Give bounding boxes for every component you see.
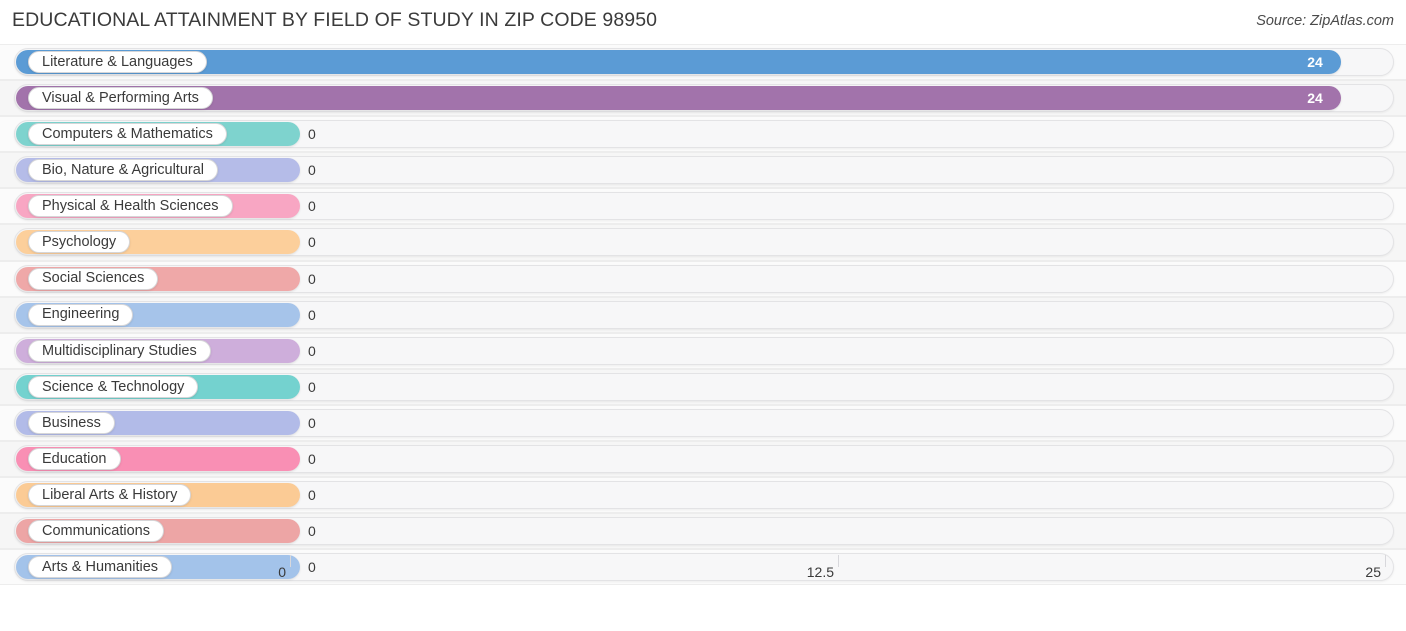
axis-tick-label: 0	[278, 564, 286, 580]
bar-value-label: 0	[308, 198, 316, 215]
category-label-pill: Business	[28, 411, 115, 434]
category-label-pill: Engineering	[28, 303, 134, 326]
bar-row[interactable]: Social Sciences 0	[0, 260, 1406, 297]
category-label-pill: Communications	[28, 520, 164, 543]
category-label-pill: Literature & Languages	[28, 51, 207, 73]
category-label: Liberal Arts & History	[42, 486, 178, 503]
chart-header: EDUCATIONAL ATTAINMENT BY FIELD OF STUDY…	[0, 0, 1406, 44]
category-label: Bio, Nature & Agricultural	[42, 162, 204, 179]
bar-row[interactable]: Physical & Health Sciences 0	[0, 188, 1406, 225]
category-label: Computers & Mathematics	[42, 125, 213, 142]
bar-value-label: 0	[308, 378, 316, 395]
category-label: Visual & Performing Arts	[42, 89, 199, 106]
category-label: Psychology	[42, 234, 117, 251]
bar-rows: Literature & Languages 24 Visual & Perform…	[0, 44, 1406, 586]
page-title: EDUCATIONAL ATTAINMENT BY FIELD OF STUDY…	[12, 9, 658, 31]
category-label: Multidisciplinary Studies	[42, 342, 197, 359]
axis-tick	[290, 555, 291, 567]
category-label-pill: Social Sciences	[28, 267, 159, 290]
source-attribution: Source: ZipAtlas.com	[1256, 13, 1394, 29]
bar-value-label: 0	[308, 414, 316, 431]
bar-value-label: 24	[1307, 90, 1323, 107]
category-label: Physical & Health Sciences	[42, 198, 219, 215]
bar-row[interactable]: Computers & Mathematics 0	[0, 116, 1406, 153]
bar-row[interactable]: Business 0	[0, 404, 1406, 442]
bar-value-label: 0	[308, 270, 316, 287]
bar-fill	[16, 50, 1342, 74]
category-label: Social Sciences	[42, 270, 145, 287]
bar-value-label: 0	[308, 342, 316, 359]
bar-value-label: 0	[308, 306, 316, 323]
bar-value-label: 0	[308, 523, 316, 540]
axis-tick	[1385, 555, 1386, 567]
bar-row[interactable]: Bio, Nature & Agricultural 0	[0, 152, 1406, 189]
category-label-pill: Liberal Arts & History	[28, 484, 192, 507]
category-label: Business	[42, 414, 101, 431]
category-label-pill: Multidisciplinary Studies	[28, 339, 211, 362]
category-label: Science & Technology	[42, 378, 185, 395]
category-label-pill: Science & Technology	[28, 375, 199, 398]
category-label-pill: Education	[28, 448, 121, 471]
bar-row[interactable]: Liberal Arts & History 0	[0, 477, 1406, 514]
bar-row[interactable]: Visual & Performing Arts 24	[0, 80, 1406, 117]
category-label-pill: Bio, Nature & Agricultural	[28, 159, 218, 182]
x-axis: 0 12.5 25	[0, 555, 1406, 589]
bar-row[interactable]: Engineering 0	[0, 296, 1406, 333]
bar-fill	[16, 86, 1342, 111]
category-label-pill: Computers & Mathematics	[28, 123, 227, 146]
category-label-pill: Psychology	[28, 231, 131, 254]
bar-value-label: 0	[308, 126, 316, 143]
axis-tick-label: 12.5	[806, 564, 834, 580]
category-label: Education	[42, 450, 107, 467]
bar-value-label: 24	[1307, 54, 1323, 70]
bar-value-label: 0	[308, 162, 316, 179]
bar-value-label: 0	[308, 234, 316, 251]
category-label-pill: Physical & Health Sciences	[28, 195, 233, 218]
bar-value-label: 0	[308, 487, 316, 504]
bar-row[interactable]: Psychology 0	[0, 224, 1406, 261]
category-label-pill: Visual & Performing Arts	[28, 87, 213, 110]
axis-tick	[838, 555, 839, 567]
bar-row[interactable]: Science & Technology 0	[0, 368, 1406, 405]
category-label: Engineering	[42, 306, 120, 323]
bar-row[interactable]: Education 0	[0, 441, 1406, 478]
category-label: Literature & Languages	[42, 53, 193, 70]
chart-plot-area: Literature & Languages 24 Visual & Perform…	[0, 44, 1406, 597]
bar-row[interactable]: Communications 0	[0, 513, 1406, 550]
axis-tick-label: 25	[1365, 564, 1381, 580]
bar-value-label: 0	[308, 451, 316, 468]
bar-row[interactable]: Literature & Languages 24	[0, 44, 1406, 81]
bar-row[interactable]: Multidisciplinary Studies 0	[0, 332, 1406, 369]
category-label: Communications	[42, 522, 150, 539]
